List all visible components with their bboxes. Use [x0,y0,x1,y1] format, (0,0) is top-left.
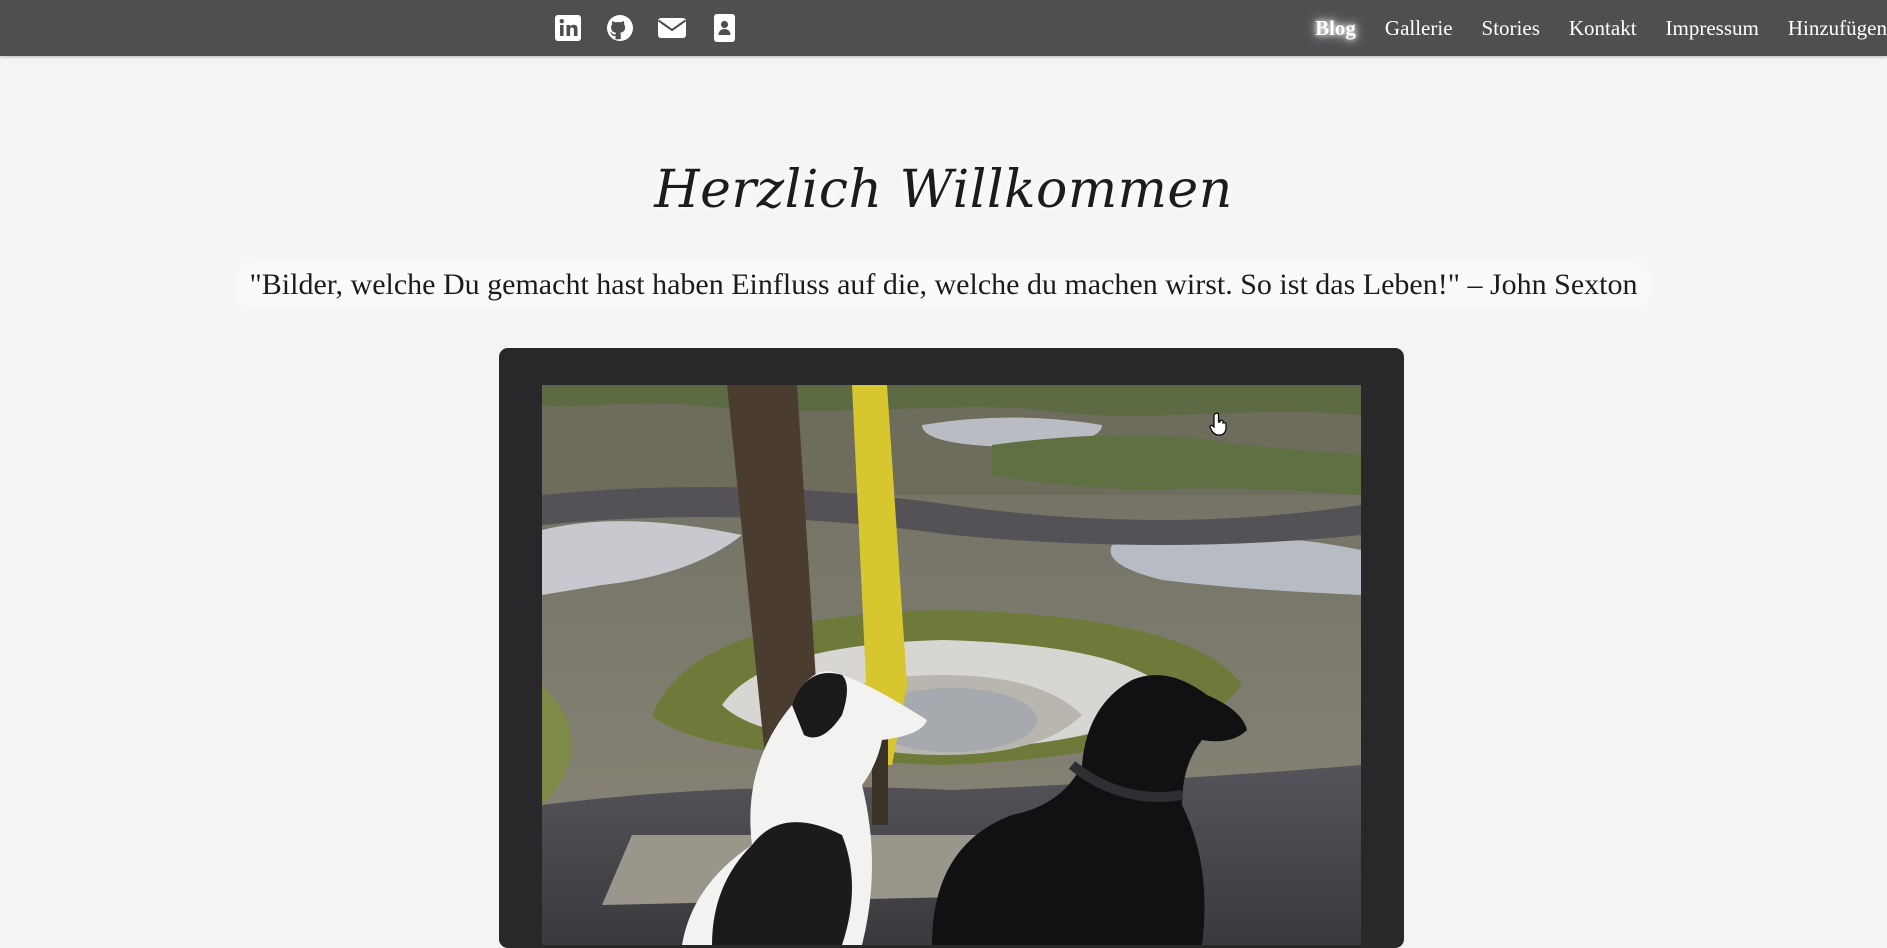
main-menu: Blog Gallerie Stories Kontakt Impressum … [1315,0,1887,56]
nav-link-impressum[interactable]: Impressum [1666,16,1759,41]
top-navbar: Blog Gallerie Stories Kontakt Impressum … [0,0,1887,56]
quote-highlight: "Bilder, welche Du gemacht hast haben Ei… [245,268,1642,301]
social-links [553,13,739,43]
nav-link-kontakt[interactable]: Kontakt [1569,16,1637,41]
contact-card-icon[interactable] [709,13,739,43]
nav-link-gallerie[interactable]: Gallerie [1385,16,1453,41]
quote-text: "Bilder, welche Du gemacht hast haben Ei… [0,268,1887,302]
photo-dogs-at-quarry [542,385,1361,945]
envelope-icon[interactable] [657,13,687,43]
featured-photo[interactable] [542,385,1361,945]
nav-link-stories[interactable]: Stories [1482,16,1540,41]
linkedin-icon[interactable] [553,13,583,43]
page-title: Herzlich Willkommen [654,160,1233,220]
photo-frame [499,348,1404,948]
nav-link-hinzufuegen[interactable]: Hinzufügen [1788,16,1887,41]
github-icon[interactable] [605,13,635,43]
hand-cursor-icon [1209,412,1227,436]
nav-link-blog[interactable]: Blog [1315,16,1356,41]
